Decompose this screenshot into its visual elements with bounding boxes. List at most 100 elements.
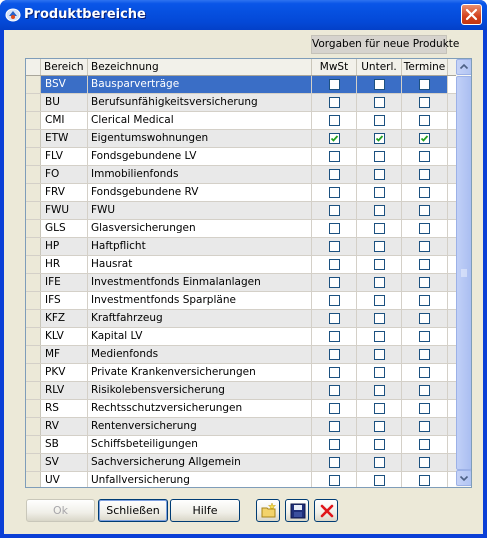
header-unterl[interactable]: Unterl. [357,59,402,75]
row-name[interactable]: Risikolebensversicherung [88,382,312,399]
row-code[interactable]: GLS [41,220,88,237]
scroll-thumb[interactable] [456,76,471,470]
mwst-checkbox[interactable] [329,205,340,216]
row-indicator[interactable] [26,364,41,381]
row-code[interactable]: BU [41,94,88,111]
termine-checkbox[interactable] [419,349,430,360]
row-code[interactable]: HP [41,238,88,255]
table-row[interactable]: BSV Bausparverträge [26,76,456,94]
mwst-checkbox[interactable] [329,97,340,108]
termine-checkbox[interactable] [419,439,430,450]
row-indicator[interactable] [26,184,41,201]
table-row[interactable]: FWU FWU [26,202,456,220]
row-name[interactable]: Berufsunfähigkeitsversicherung [88,94,312,111]
mwst-checkbox[interactable] [329,151,340,162]
row-name[interactable]: Medienfonds [88,346,312,363]
termine-checkbox[interactable] [419,277,430,288]
row-indicator[interactable] [26,454,41,471]
termine-checkbox[interactable] [419,259,430,270]
termine-checkbox[interactable] [419,187,430,198]
termine-checkbox[interactable] [419,205,430,216]
row-indicator[interactable] [26,346,41,363]
unterl-checkbox[interactable] [374,169,385,180]
table-row[interactable]: MF Medienfonds [26,346,456,364]
row-indicator[interactable] [26,292,41,309]
row-name[interactable]: Investmentfonds Einmalanlagen [88,274,312,291]
row-name[interactable]: Glasversicherungen [88,220,312,237]
scroll-down-button[interactable] [456,470,471,486]
mwst-checkbox[interactable] [329,349,340,360]
termine-checkbox[interactable] [419,79,430,90]
unterl-checkbox[interactable] [374,295,385,306]
unterl-checkbox[interactable] [374,457,385,468]
row-indicator[interactable] [26,418,41,435]
row-indicator[interactable] [26,220,41,237]
termine-checkbox[interactable] [419,313,430,324]
mwst-checkbox[interactable] [329,403,340,414]
table-row[interactable]: FO Immobilienfonds [26,166,456,184]
row-code[interactable]: BSV [41,76,88,93]
mwst-checkbox[interactable] [329,115,340,126]
row-indicator[interactable] [26,238,41,255]
row-name[interactable]: Clerical Medical [88,112,312,129]
row-indicator[interactable] [26,436,41,453]
row-name[interactable]: Haftpflicht [88,238,312,255]
mwst-checkbox[interactable] [329,475,340,486]
row-indicator[interactable] [26,256,41,273]
row-indicator[interactable] [26,130,41,147]
termine-checkbox[interactable] [419,241,430,252]
table-row[interactable]: SB Schiffsbeteiligungen [26,436,456,454]
row-code[interactable]: ETW [41,130,88,147]
mwst-checkbox[interactable] [329,79,340,90]
row-code[interactable]: SB [41,436,88,453]
table-row[interactable]: BU Berufsunfähigkeitsversicherung [26,94,456,112]
row-name[interactable]: Fondsgebundene LV [88,148,312,165]
mwst-checkbox[interactable] [329,385,340,396]
table-row[interactable]: PKV Private Krankenversicherungen [26,364,456,382]
table-row[interactable]: RS Rechtsschutzversicherungen [26,400,456,418]
table-row[interactable]: CMI Clerical Medical [26,112,456,130]
table-row[interactable]: HR Hausrat [26,256,456,274]
row-indicator[interactable] [26,76,41,93]
termine-checkbox[interactable] [419,133,430,144]
header-code[interactable]: Bereich [41,59,88,75]
header-mwst[interactable]: MwSt [312,59,357,75]
table-row[interactable]: RV Rentenversicherung [26,418,456,436]
row-indicator[interactable] [26,310,41,327]
row-code[interactable]: FWU [41,202,88,219]
row-name[interactable]: Kapital LV [88,328,312,345]
header-name[interactable]: Bezeichnung [88,59,312,75]
mwst-checkbox[interactable] [329,169,340,180]
termine-checkbox[interactable] [419,385,430,396]
mwst-checkbox[interactable] [329,223,340,234]
help-button[interactable]: Hilfe [170,499,240,522]
table-row[interactable]: IFS Investmentfonds Sparpläne [26,292,456,310]
header-termine[interactable]: Termine [402,59,448,75]
unterl-checkbox[interactable] [374,151,385,162]
mwst-checkbox[interactable] [329,439,340,450]
row-code[interactable]: RS [41,400,88,417]
title-bar[interactable]: Produktbereiche [0,0,487,30]
unterl-checkbox[interactable] [374,331,385,342]
unterl-checkbox[interactable] [374,349,385,360]
row-name[interactable]: Sachversicherung Allgemein [88,454,312,471]
row-code[interactable]: IFS [41,292,88,309]
termine-checkbox[interactable] [419,403,430,414]
mwst-checkbox[interactable] [329,457,340,468]
row-name[interactable]: Kraftfahrzeug [88,310,312,327]
termine-checkbox[interactable] [419,169,430,180]
new-button[interactable] [256,499,280,522]
termine-checkbox[interactable] [419,295,430,306]
row-code[interactable]: FO [41,166,88,183]
table-row[interactable]: UV Unfallversicherung [26,472,456,487]
row-indicator[interactable] [26,148,41,165]
table-row[interactable]: FLV Fondsgebundene LV [26,148,456,166]
table-row[interactable]: SV Sachversicherung Allgemein [26,454,456,472]
row-name[interactable]: Investmentfonds Sparpläne [88,292,312,309]
table-row[interactable]: IFE Investmentfonds Einmalanlagen [26,274,456,292]
termine-checkbox[interactable] [419,115,430,126]
row-name[interactable]: Bausparverträge [88,76,312,93]
table-row[interactable]: KFZ Kraftfahrzeug [26,310,456,328]
unterl-checkbox[interactable] [374,115,385,126]
unterl-checkbox[interactable] [374,367,385,378]
